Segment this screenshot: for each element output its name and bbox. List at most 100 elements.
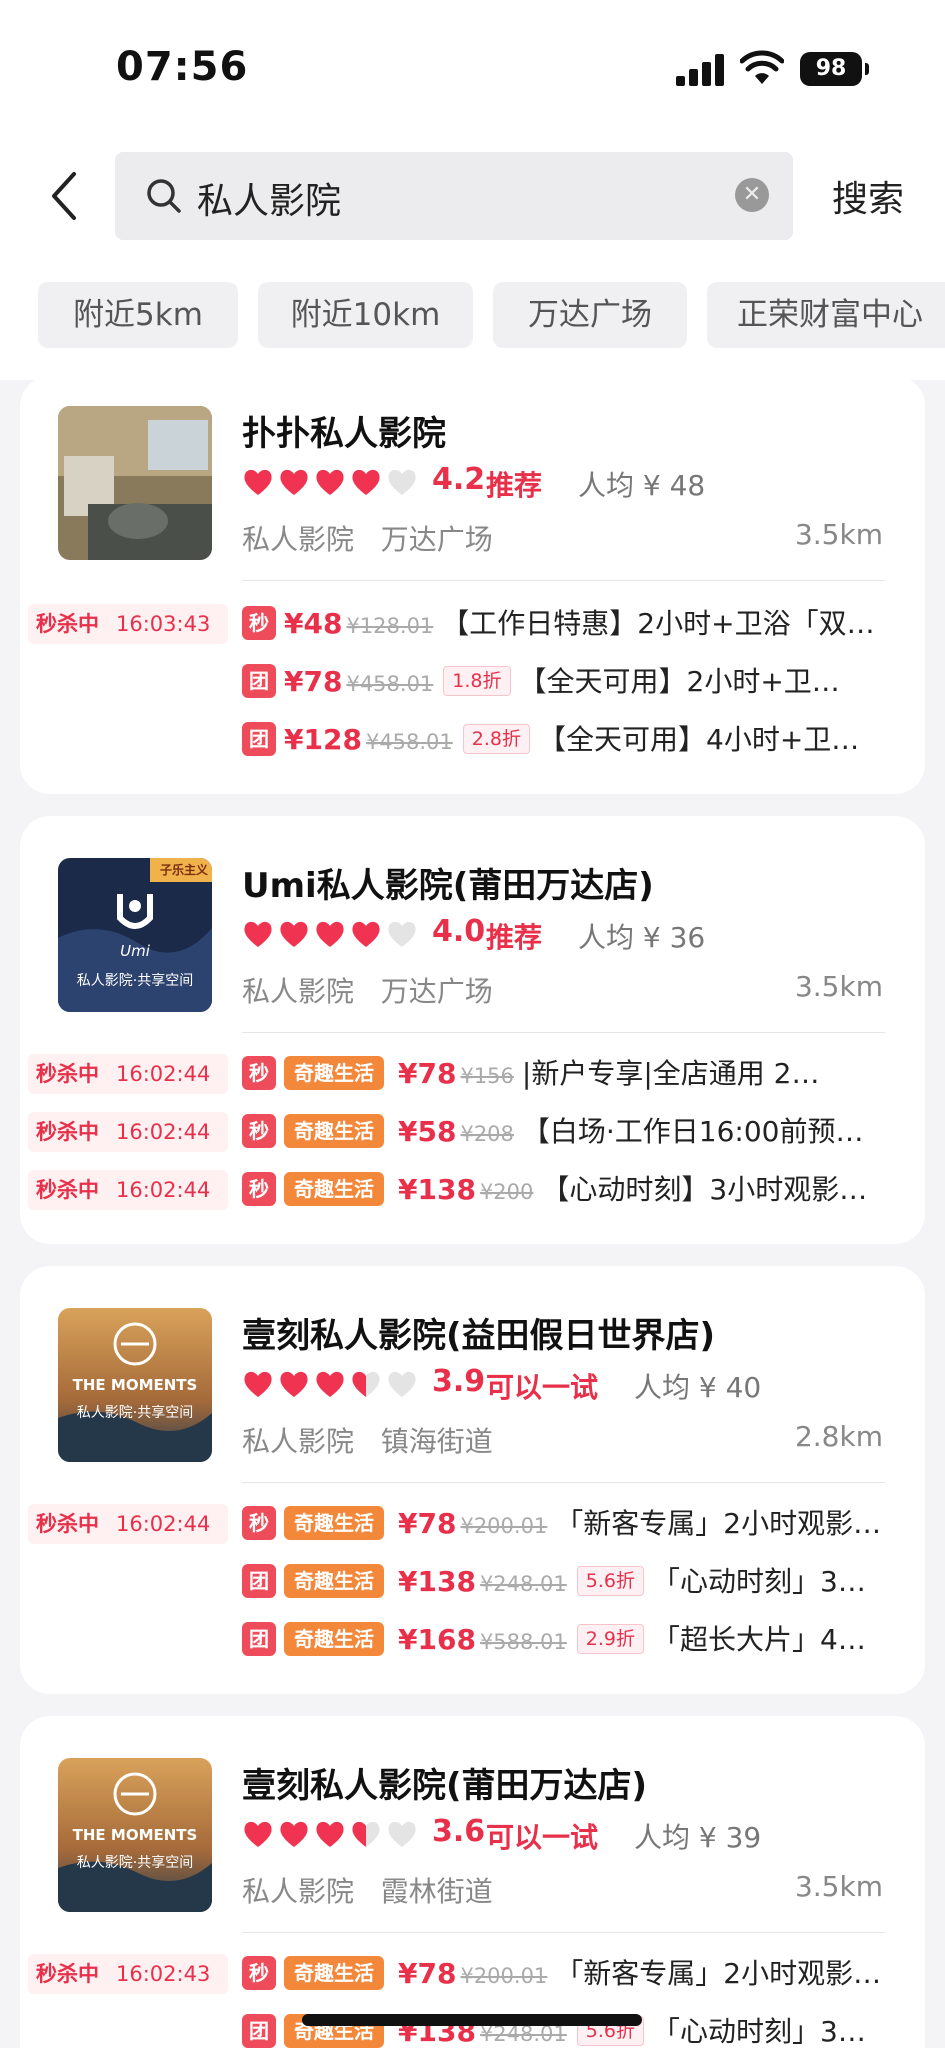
chip-zhengrong[interactable]: 正荣财富中心 bbox=[707, 282, 945, 348]
brand-tag: 奇趣生活 bbox=[284, 1622, 384, 1656]
deal-line: ¥138 ¥200 【心动时刻】3小时观影… bbox=[398, 1173, 868, 1206]
home-indicator[interactable] bbox=[302, 2014, 642, 2026]
store-name: 扑扑私人影院 bbox=[242, 414, 446, 454]
store-name: 壹刻私人影院(益田假日世界店) bbox=[242, 1316, 716, 1356]
deal-row[interactable]: 团 ¥128 ¥458.01 2.8折 【全天可用】4小时+卫… bbox=[20, 718, 925, 762]
deal-row[interactable]: 秒杀中 16:02:44 秒 奇趣生活 ¥78 ¥200.01 「新客专属」2小时观影… bbox=[20, 1502, 925, 1546]
flash-sale-timer: 秒杀中 16:02:44 bbox=[28, 1112, 228, 1152]
search-input[interactable]: 私人影院 ✕ bbox=[115, 152, 793, 240]
thumbnail-logo: THE MOMENTS bbox=[72, 1376, 198, 1394]
heart-icon bbox=[316, 921, 344, 947]
thumbnail-caption: 私人影院·共享空间 bbox=[76, 973, 194, 989]
battery-icon: 98 bbox=[800, 52, 869, 86]
rating-tag: 可以一试 bbox=[486, 1821, 599, 1854]
divider bbox=[242, 580, 885, 581]
store-thumbnail bbox=[58, 406, 212, 560]
divider bbox=[242, 1932, 885, 1933]
rating-tag: 推荐 bbox=[486, 469, 543, 502]
store-card[interactable]: THE MOMENTS 私人影院·共享空间 壹刻私人影院(莆田万达店) 3.6 … bbox=[20, 1716, 925, 2048]
chip-nearby-10km[interactable]: 附近10km bbox=[258, 282, 473, 348]
status-time: 07:56 bbox=[116, 44, 249, 90]
deal-line: ¥168 ¥588.01 2.9折 「超长大片」4… bbox=[398, 1623, 866, 1656]
heart-icon bbox=[244, 1371, 272, 1397]
heart-icon bbox=[316, 469, 344, 495]
rating-tag: 可以一试 bbox=[486, 1371, 599, 1404]
deal-line: ¥58 ¥208 【白场·工作日16:00前预… bbox=[398, 1115, 864, 1148]
heart-icon bbox=[280, 921, 308, 947]
rating-score: 3.6 bbox=[432, 1814, 486, 1849]
clear-icon[interactable]: ✕ bbox=[735, 178, 769, 212]
brand-tag: 奇趣生活 bbox=[284, 1172, 384, 1206]
deal-row[interactable]: 秒杀中 16:02:44 秒 奇趣生活 ¥58 ¥208 【白场·工作日16:00前预… bbox=[20, 1110, 925, 1154]
chip-nearby-5km[interactable]: 附近5km bbox=[38, 282, 238, 348]
deal-row[interactable]: 团 奇趣生活 ¥168 ¥588.01 2.9折 「超长大片」4… bbox=[20, 1618, 925, 1662]
store-card[interactable]: 子乐主义 Umi 私人影院·共享空间 Umi私人影院(莆田万达店) 4.0 推荐… bbox=[20, 816, 925, 1244]
back-arrow-icon[interactable] bbox=[44, 166, 84, 226]
deal-line: ¥78 ¥200.01 「新客专属」2小时观影… bbox=[398, 1507, 882, 1540]
flash-sale-timer: 秒杀中 16:02:44 bbox=[28, 1054, 228, 1094]
search-button[interactable]: 搜索 bbox=[832, 170, 904, 222]
deal-line: ¥128 ¥458.01 2.8折 【全天可用】4小时+卫… bbox=[284, 723, 860, 756]
store-thumbnail: 子乐主义 Umi 私人影院·共享空间 bbox=[58, 858, 212, 1012]
deal-line: ¥78 ¥156 |新户专享|全店通用 2… bbox=[398, 1057, 820, 1090]
deal-type-badge: 秒 bbox=[242, 1056, 276, 1090]
deal-type-badge: 秒 bbox=[242, 606, 276, 640]
deal-row[interactable]: 秒杀中 16:03:43 秒 ¥48 ¥128.01 【工作日特惠】2小时+卫浴「双… bbox=[20, 602, 925, 646]
flash-sale-timer: 秒杀中 16:02:43 bbox=[28, 1954, 228, 1994]
deal-type-badge: 秒 bbox=[242, 1506, 276, 1540]
search-header: 私人影院 ✕ 搜索 bbox=[0, 130, 945, 270]
cellular-signal-icon bbox=[676, 54, 728, 86]
avg-price: 人均 ¥ 40 bbox=[634, 1371, 762, 1404]
deal-type-badge: 秒 bbox=[242, 1956, 276, 1990]
heart-icon bbox=[244, 469, 272, 495]
thumbnail-logo: THE MOMENTS bbox=[72, 1826, 198, 1844]
flash-sale-timer: 秒杀中 16:02:44 bbox=[28, 1504, 228, 1544]
store-thumbnail: THE MOMENTS 私人影院·共享空间 bbox=[58, 1758, 212, 1912]
deal-row[interactable]: 秒杀中 16:02:44 秒 奇趣生活 ¥78 ¥156 |新户专享|全店通用 2… bbox=[20, 1052, 925, 1096]
store-category: 私人影院 万达广场 bbox=[242, 975, 493, 1008]
store-card[interactable]: THE MOMENTS 私人影院·共享空间 壹刻私人影院(益田假日世界店) 3.… bbox=[20, 1266, 925, 1694]
rating-score: 4.0 bbox=[432, 914, 486, 949]
chip-wanda[interactable]: 万达广场 bbox=[493, 282, 687, 348]
heart-half-icon bbox=[352, 1821, 380, 1847]
deal-line: ¥48 ¥128.01 【工作日特惠】2小时+卫浴「双… bbox=[284, 607, 875, 640]
store-card[interactable]: 扑扑私人影院 4.2 推荐 人均 ¥ 48 私人影院 万达广场 3.5km 秒杀… bbox=[20, 376, 925, 794]
status-bar: 07:56 98 bbox=[0, 0, 945, 130]
store-name: Umi私人影院(莆田万达店) bbox=[242, 866, 654, 906]
avg-price: 人均 ¥ 48 bbox=[578, 469, 706, 502]
heart-icon bbox=[280, 1371, 308, 1397]
deal-row[interactable]: 团 奇趣生活 ¥138 ¥248.01 5.6折 「心动时刻」3… bbox=[20, 1560, 925, 1604]
deal-type-badge: 秒 bbox=[242, 1172, 276, 1206]
deal-type-badge: 团 bbox=[242, 2014, 276, 2048]
heart-icon bbox=[316, 1371, 344, 1397]
filter-chips: 附近5km 附近10km 万达广场 正荣财富中心 bbox=[0, 270, 945, 380]
store-distance: 2.8km bbox=[794, 1420, 883, 1453]
store-category: 私人影院 镇海街道 bbox=[242, 1425, 493, 1458]
divider bbox=[242, 1482, 885, 1483]
deal-row[interactable]: 秒杀中 16:02:43 秒 奇趣生活 ¥78 ¥200.01 「新客专属」2小时观影… bbox=[20, 1952, 925, 1996]
store-distance: 3.5km bbox=[794, 970, 883, 1003]
deal-line: ¥78 ¥200.01 「新客专属」2小时观影… bbox=[398, 1957, 882, 1990]
deal-type-badge: 团 bbox=[242, 664, 276, 698]
deal-type-badge: 团 bbox=[242, 1564, 276, 1598]
heart-icon bbox=[280, 1821, 308, 1847]
deal-type-badge: 团 bbox=[242, 1622, 276, 1656]
wifi-icon bbox=[740, 50, 784, 84]
heart-icon bbox=[244, 1821, 272, 1847]
deal-line: ¥138 ¥248.01 5.6折 「心动时刻」3… bbox=[398, 1565, 866, 1598]
brand-tag: 奇趣生活 bbox=[284, 1956, 384, 1990]
heart-empty-icon bbox=[388, 469, 416, 495]
thumbnail-corner-label: 子乐主义 bbox=[160, 863, 209, 877]
store-distance: 3.5km bbox=[794, 1870, 883, 1903]
heart-half-icon bbox=[352, 1371, 380, 1397]
deal-type-badge: 团 bbox=[242, 722, 276, 756]
search-query: 私人影院 bbox=[197, 181, 342, 222]
rating-score: 3.9 bbox=[432, 1364, 486, 1399]
heart-icon bbox=[280, 469, 308, 495]
store-thumbnail: THE MOMENTS 私人影院·共享空间 bbox=[58, 1308, 212, 1462]
heart-icon bbox=[352, 921, 380, 947]
divider bbox=[242, 1032, 885, 1033]
deal-row[interactable]: 秒杀中 16:02:44 秒 奇趣生活 ¥138 ¥200 【心动时刻】3小时观影… bbox=[20, 1168, 925, 1212]
search-icon bbox=[147, 179, 181, 213]
deal-row[interactable]: 团 ¥78 ¥458.01 1.8折 【全天可用】2小时+卫… bbox=[20, 660, 925, 704]
